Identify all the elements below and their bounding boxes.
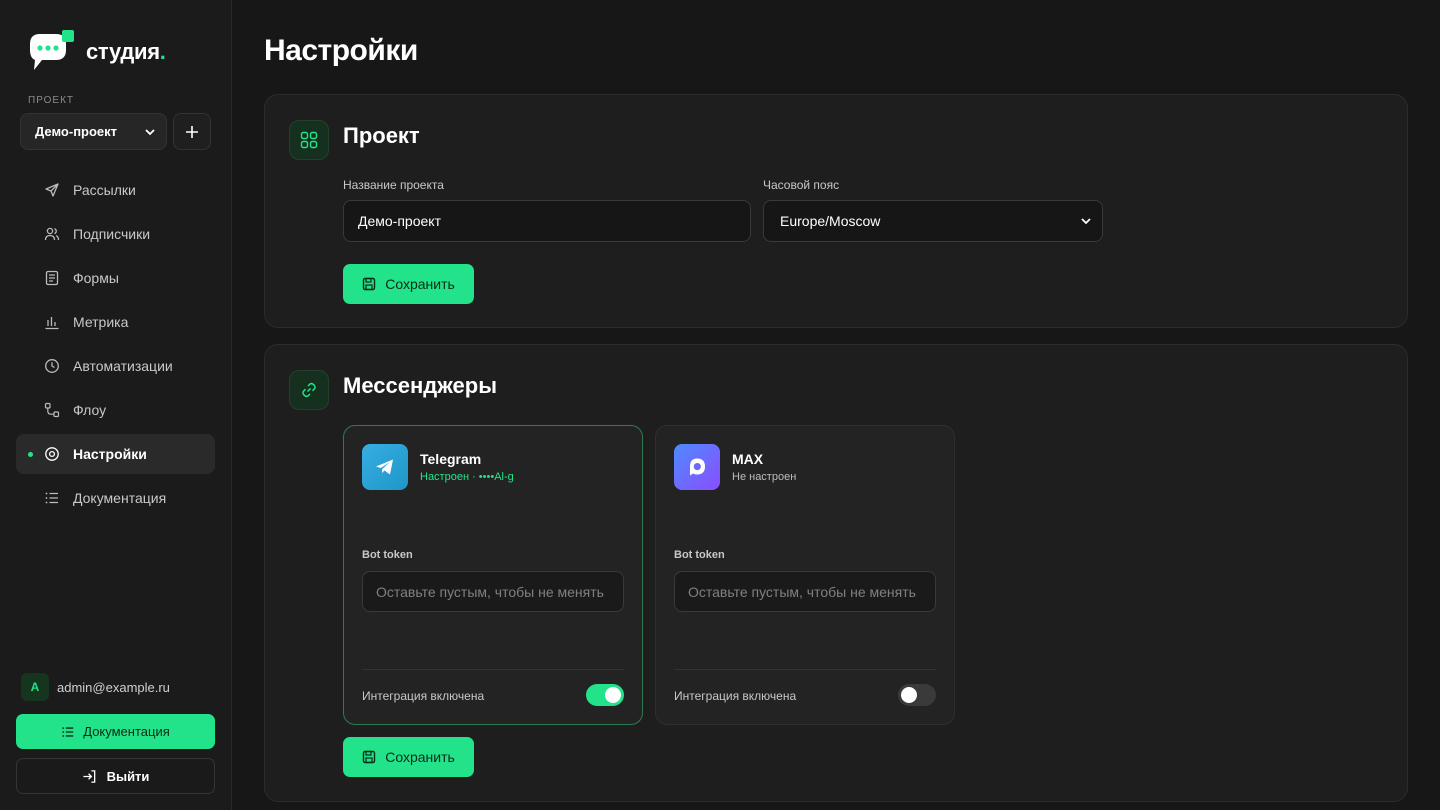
project-name-label: Название проекта [343,178,444,192]
save-messengers-button[interactable]: Сохранить [343,737,474,777]
telegram-name: Telegram [420,451,482,467]
bar-chart-icon [45,317,59,330]
users-icon [44,227,60,241]
logo[interactable]: студия. [26,30,166,74]
save-icon [363,750,376,764]
telegram-icon [362,444,408,490]
gear-icon [45,447,59,461]
plus-icon [186,125,198,138]
add-project-button[interactable] [173,113,211,150]
list-icon [62,726,74,737]
telegram-token-input[interactable]: Оставьте пустым, чтобы не менять [362,571,624,612]
documentation-button[interactable]: Документация [16,714,215,749]
link-icon [289,370,329,410]
save-icon [363,277,376,291]
timezone-select[interactable]: Europe/Moscow [763,200,1103,242]
brand-name: студия. [86,39,166,64]
logout-button[interactable]: Выйти [16,758,215,794]
sidebar-item-settings[interactable]: Настройки [16,434,215,474]
list-icon [45,492,58,504]
max-status: Не настроен [732,471,797,483]
max-toggle-label: Интеграция включена [674,689,797,703]
main-content: Настройки Проект Название проекта Демо-п… [232,0,1440,810]
clock-icon [45,359,59,373]
messengers-card: Мессенджеры Telegram Настроен · ••••Al-g… [264,344,1408,802]
max-card: MAX Не настроен Bot token Оставьте пусты… [655,425,955,725]
avatar: A [21,673,49,701]
chevron-down-icon [145,128,155,135]
max-icon [674,444,720,490]
user-email: admin@example.ru [57,679,170,695]
telegram-toggle-label: Интеграция включена [362,689,485,703]
flow-icon [44,402,60,418]
toggle-knob [605,687,621,703]
telegram-token-label: Bot token [362,549,413,561]
logout-icon [82,769,95,783]
divider [362,669,624,670]
sidebar-item-docs[interactable]: Документация [16,478,215,518]
page-title: Настройки [264,34,418,67]
logo-icon [26,30,76,74]
timezone-label: Часовой пояс [763,178,840,192]
sidebar-item-metrics[interactable]: Метрика [16,302,215,342]
form-icon [45,270,59,286]
project-select[interactable]: Демо-проект [20,113,167,150]
max-token-input[interactable]: Оставьте пустым, чтобы не менять [674,571,936,612]
telegram-status: Настроен · ••••Al-g [420,471,514,483]
sidebar-item-subscribers[interactable]: Подписчики [16,214,215,254]
max-name: MAX [732,451,764,467]
sidebar-item-mailings[interactable]: Рассылки [16,170,215,210]
chevron-down-icon [1081,218,1091,225]
sidebar-item-forms[interactable]: Формы [16,258,215,298]
project-name-input[interactable]: Демо-проект [343,200,751,242]
telegram-integration-toggle[interactable] [586,684,624,706]
sidebar-item-flow[interactable]: Флоу [16,390,215,430]
divider [674,669,936,670]
telegram-card: Telegram Настроен · ••••Al-g Bot token О… [343,425,643,725]
card-title-project: Проект [343,123,420,148]
max-token-label: Bot token [674,549,725,561]
max-integration-toggle[interactable] [898,684,936,706]
user-info: A admin@example.ru [21,673,170,701]
card-title-messengers: Мессенджеры [343,373,497,398]
sidebar: студия. ПРОЕКТ Демо-проект Рассылки Подп… [0,0,232,810]
save-project-button[interactable]: Сохранить [343,264,474,304]
project-label: ПРОЕКТ [28,95,75,106]
project-card: Проект Название проекта Демо-проект Часо… [264,94,1408,328]
project-select-value: Демо-проект [35,124,118,139]
grid-icon [289,120,329,160]
send-icon [45,183,59,197]
toggle-knob [901,687,917,703]
sidebar-nav: Рассылки Подписчики Формы Метрика Автома… [16,170,215,522]
sidebar-item-automations[interactable]: Автоматизации [16,346,215,386]
